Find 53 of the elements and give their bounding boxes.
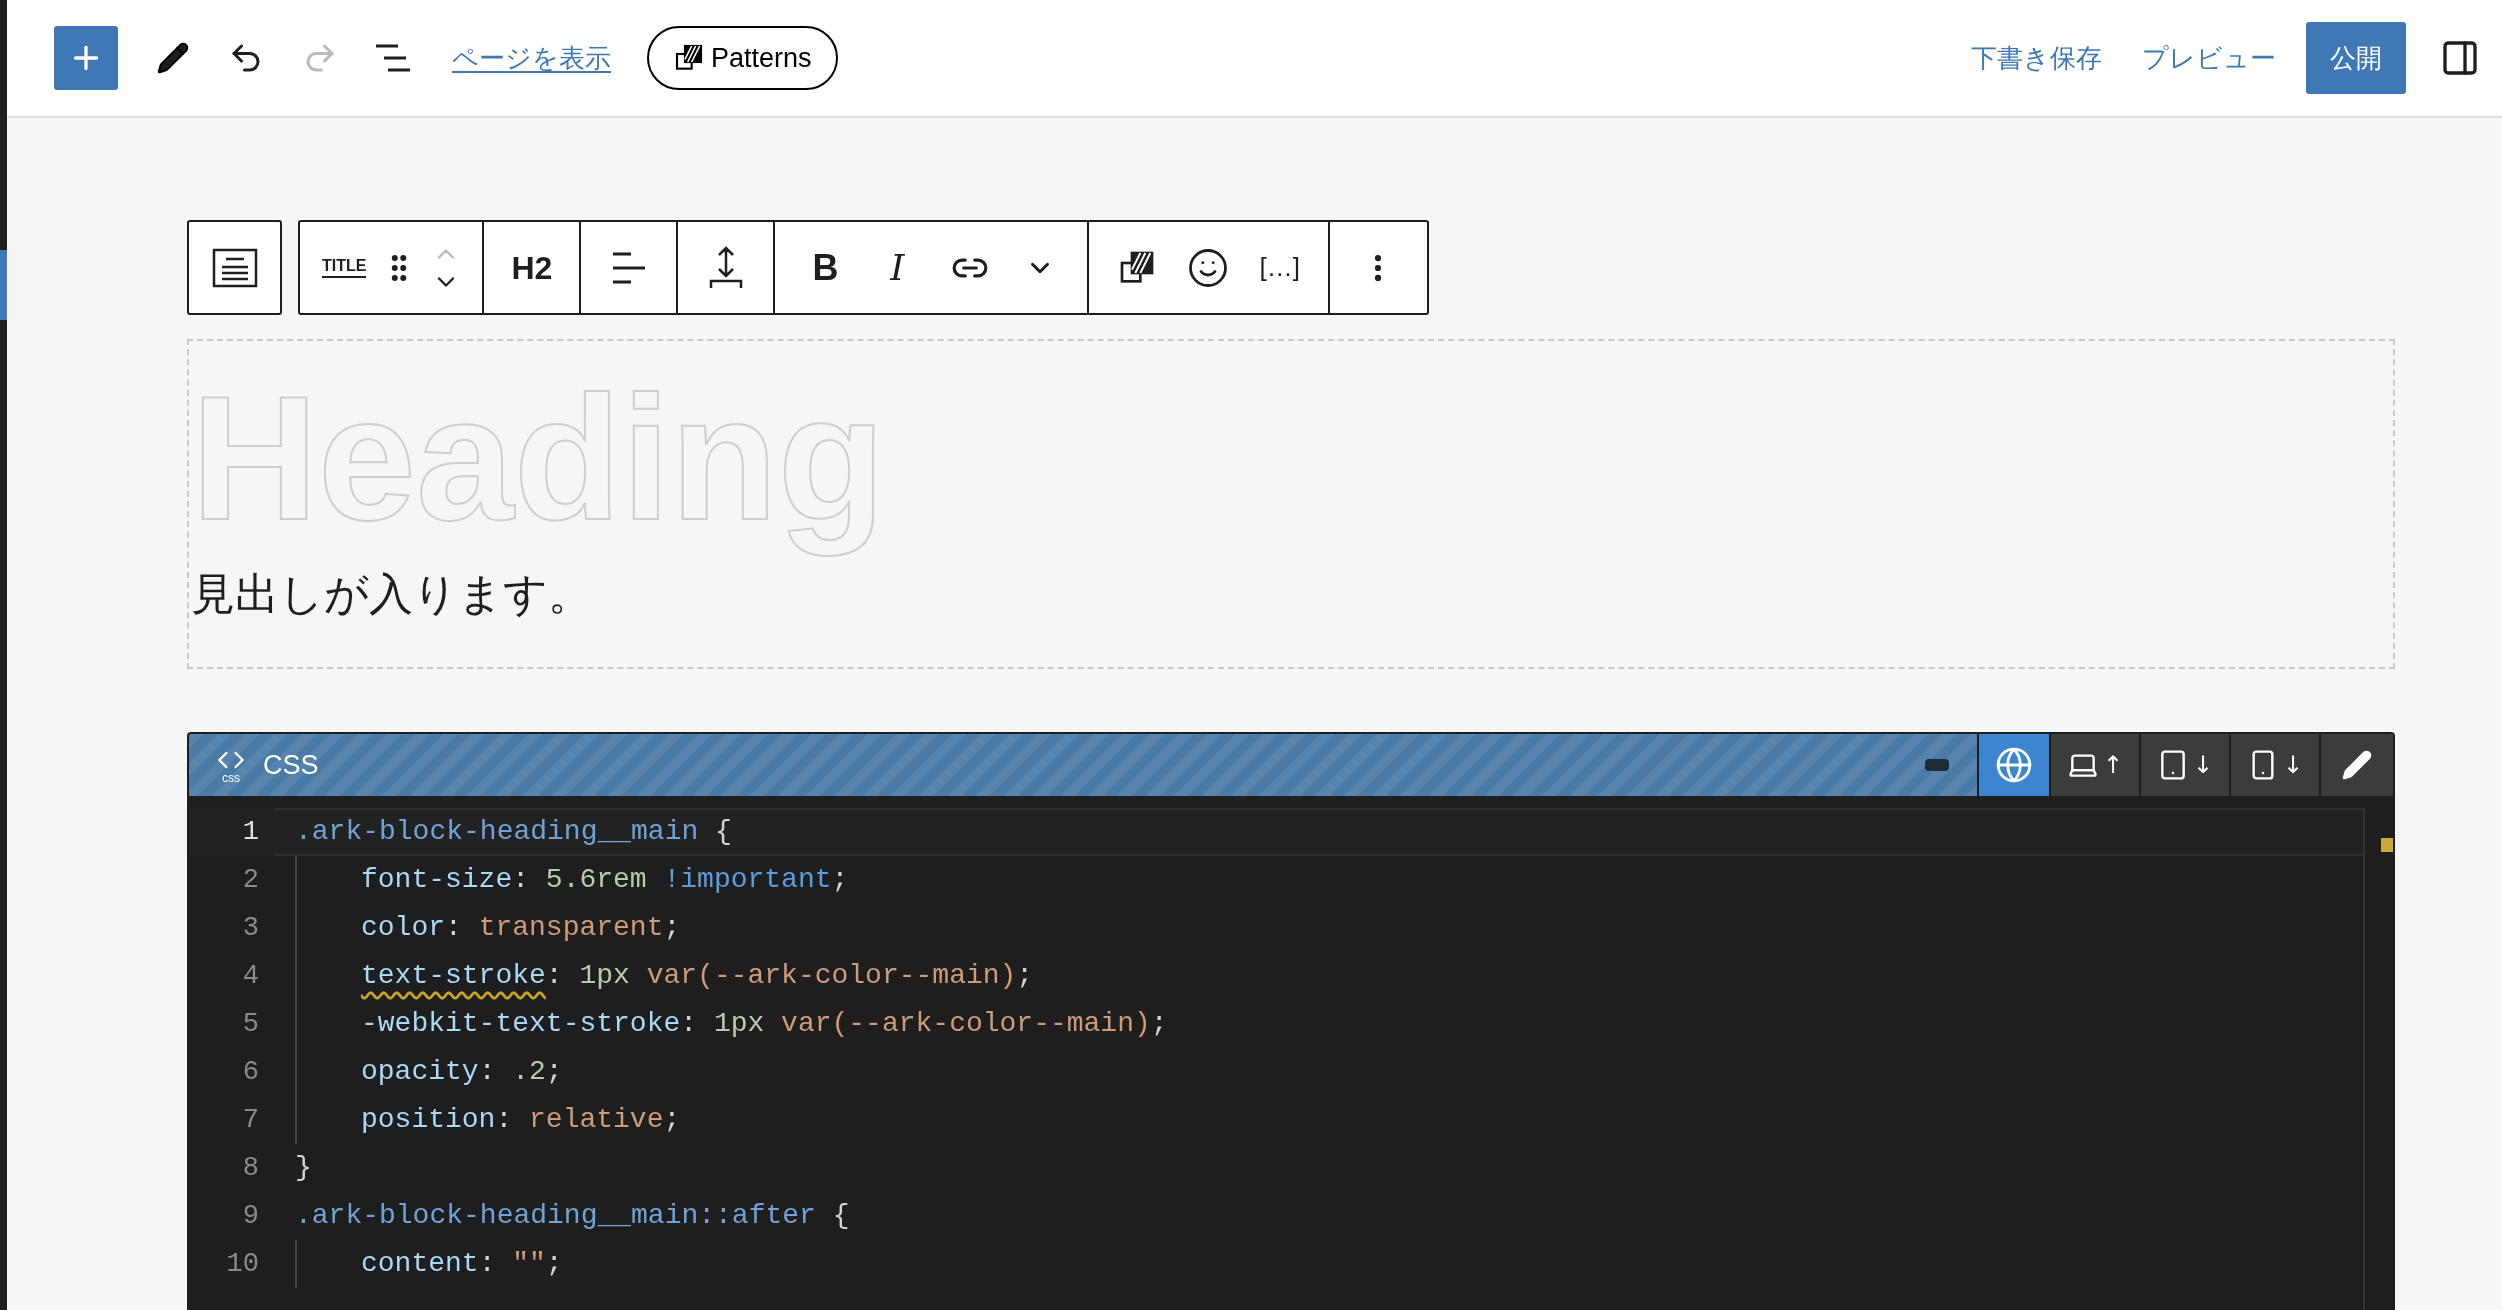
line-number: 4	[241, 959, 259, 993]
heading-subtext: 見出しが入ります。	[191, 567, 592, 620]
code-line: font-size: 5.6rem !important;	[361, 863, 849, 897]
arrow-label: ↑	[2102, 750, 2124, 781]
line-number: 9	[241, 1199, 259, 1233]
list-view-icon[interactable]	[374, 43, 412, 73]
device-tab[interactable]	[1977, 734, 2049, 796]
line-number: 3	[241, 911, 259, 945]
save-draft-button[interactable]: 下書き保存	[1961, 38, 2112, 78]
arrow-label: ↓	[2282, 750, 2304, 781]
code-line: .ark-block-heading__main::after {	[295, 1199, 850, 1233]
block-type-button[interactable]	[187, 220, 282, 315]
device-tab[interactable]: ↑	[2049, 734, 2139, 796]
all-icon	[1995, 746, 2033, 784]
shortcode-button[interactable]: […]	[1259, 248, 1300, 287]
panel-title: CSS	[263, 748, 319, 782]
code-line: -webkit-text-stroke: 1px var(--ark-color--main);	[361, 1007, 1168, 1041]
arrow-label: ↓	[2192, 750, 2214, 781]
handle-bar	[1925, 759, 1949, 771]
pencil-icon[interactable]	[156, 41, 190, 75]
line-number: 10	[225, 1247, 259, 1281]
line-number: 5	[241, 1007, 259, 1041]
italic-button[interactable]: I	[879, 240, 916, 295]
publish-button[interactable]: 公開	[2306, 22, 2406, 94]
code-line: }	[295, 1151, 312, 1185]
add-block-button[interactable]	[54, 26, 118, 90]
sidebar-toggle-icon[interactable]	[2440, 38, 2480, 78]
code-line: opacity: .2;	[361, 1055, 563, 1089]
align-left-icon[interactable]	[610, 250, 647, 285]
code-line: content: "";	[361, 1247, 563, 1281]
line-number: 6	[241, 1055, 259, 1089]
line-number: 7	[241, 1103, 259, 1137]
bold-button[interactable]: B	[807, 240, 844, 295]
warning-marker	[2381, 838, 2393, 852]
line-number: 1	[241, 815, 259, 849]
code-label: css	[222, 772, 240, 784]
title-style-button[interactable]: TITLE	[322, 257, 367, 278]
code-line: color: transparent;	[361, 911, 681, 945]
emoji-icon[interactable]	[1187, 246, 1230, 289]
heading-level-button[interactable]: H2	[484, 222, 582, 313]
preview-button[interactable]: プレビュー	[2132, 38, 2286, 78]
device-tab[interactable]: ↓	[2229, 734, 2319, 796]
code-line: position: relative;	[361, 1103, 681, 1137]
device-tab[interactable]: ↓	[2139, 734, 2229, 796]
patterns-button[interactable]: Patterns	[647, 26, 838, 90]
height-adjust-icon[interactable]	[708, 245, 743, 290]
line-number: 2	[241, 863, 259, 897]
code-line: .ark-block-heading__main {	[295, 815, 732, 849]
code-line: text-stroke: 1px var(--ark-color--main);	[361, 959, 1034, 993]
paragraph-block-icon	[211, 247, 258, 288]
line-number: 8	[241, 1151, 259, 1185]
view-page-link[interactable]: ページを表示	[452, 38, 611, 78]
edit-icon[interactable]	[2341, 749, 2373, 781]
